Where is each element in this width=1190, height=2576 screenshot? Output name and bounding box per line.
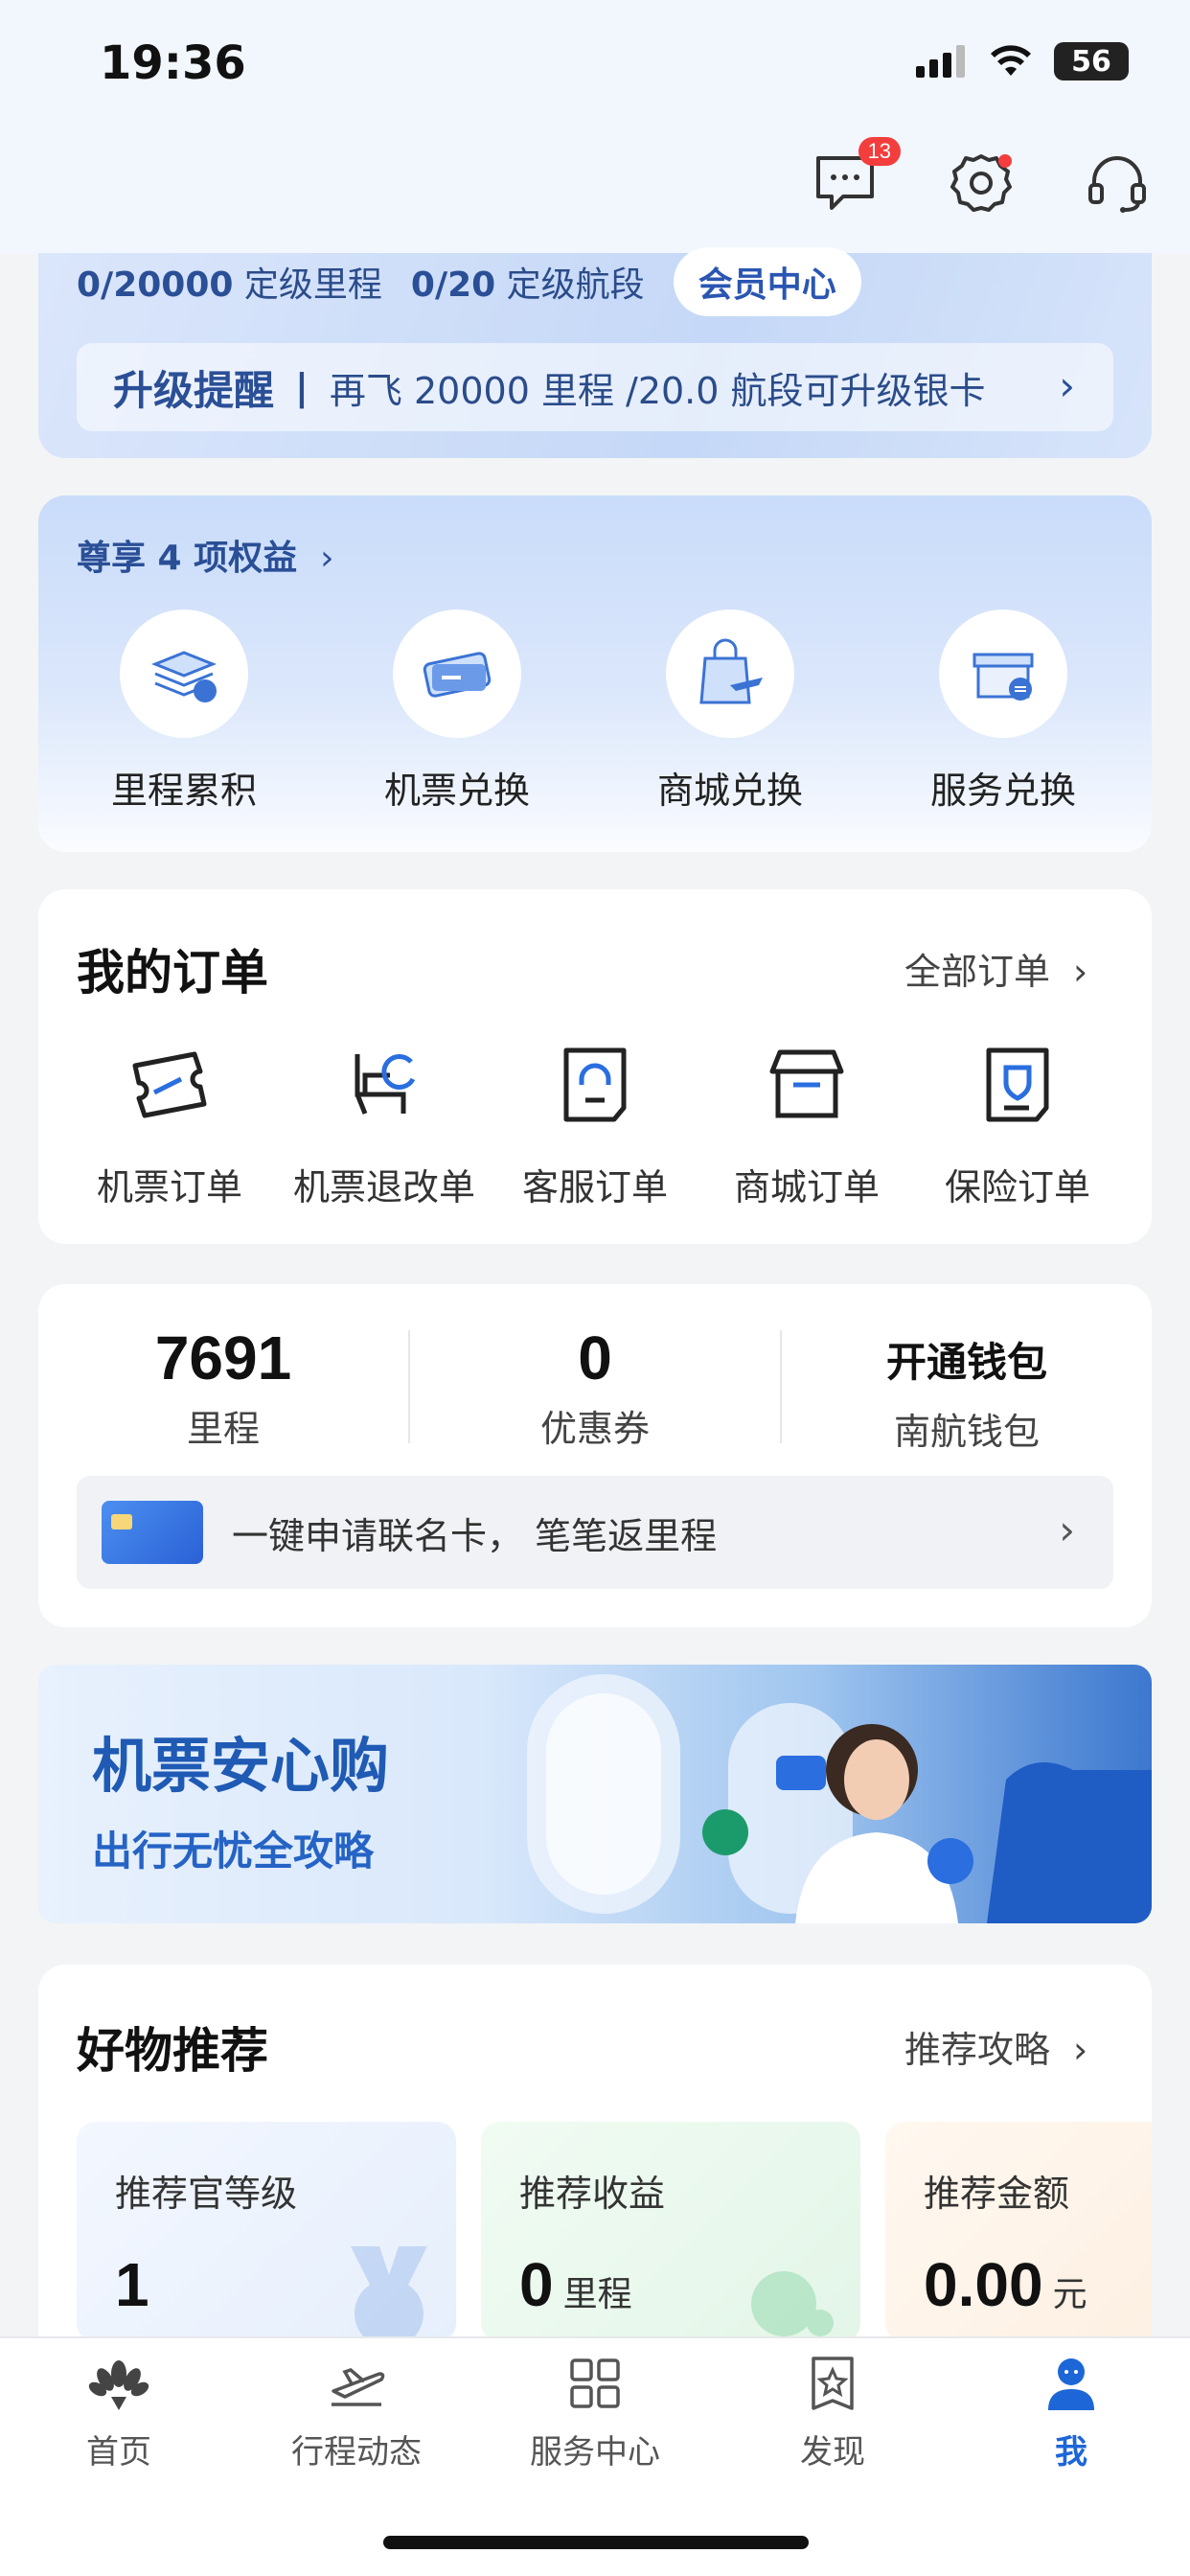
- plane-icon: [332, 2368, 385, 2406]
- qualifying-miles: 0/20000 定级里程: [77, 265, 382, 305]
- benefit-mall-exchange[interactable]: 商城兑换: [634, 610, 826, 814]
- cellular-signal-icon: [916, 45, 965, 78]
- recommend-guide-link[interactable]: 推荐攻略 ›: [904, 2020, 1087, 2073]
- home-flower-icon: [88, 2360, 149, 2410]
- all-orders-link[interactable]: 全部订单 ›: [904, 942, 1087, 995]
- chevron-right-icon: ›: [1073, 2029, 1088, 2071]
- headset-icon: [1088, 156, 1146, 213]
- tab-discover[interactable]: 发现: [737, 2353, 928, 2472]
- order-ticket[interactable]: 机票订单: [69, 1037, 270, 1210]
- message-button[interactable]: 13: [811, 137, 901, 218]
- recommend-title: 好物推荐: [77, 2023, 268, 2079]
- status-time: 19:36: [100, 36, 246, 90]
- recommender-level-card[interactable]: 推荐官等级 1: [77, 2122, 456, 2348]
- medal-icon: [351, 2246, 427, 2348]
- settings-button[interactable]: [947, 149, 1016, 218]
- upgrade-reminder[interactable]: 升级提醒 | 再飞 20000 里程 /20.0 航段可升级银卡 ›: [77, 343, 1113, 431]
- member-center-button[interactable]: 会员中心: [673, 247, 861, 316]
- credit-card-icon: [102, 1501, 203, 1564]
- order-mall[interactable]: 商城订单: [706, 1037, 907, 1210]
- tab-me[interactable]: 我: [975, 2353, 1167, 2472]
- tab-home[interactable]: 首页: [23, 2353, 215, 2472]
- order-customer-service[interactable]: 客服订单: [494, 1037, 696, 1210]
- banner-title: 机票安心购: [92, 1731, 390, 1801]
- recommend-amount-card[interactable]: 推荐金额 0.00 元: [885, 2122, 1152, 2342]
- cobrand-card-promo[interactable]: 一键申请联名卡， 笔笔返里程 ›: [77, 1476, 1113, 1589]
- order-insurance[interactable]: 保险订单: [917, 1037, 1118, 1210]
- star-bookmark-icon: [812, 2357, 854, 2410]
- store-icon: [769, 1049, 844, 1118]
- benefit-miles[interactable]: 里程累积: [88, 610, 280, 814]
- miles-stack-icon: [120, 610, 248, 738]
- grid-icon: [570, 2358, 620, 2408]
- chevron-right-icon: ›: [320, 539, 334, 578]
- qualifying-segments: 0/20 定级航段: [410, 265, 645, 305]
- orders-title: 我的订单: [77, 945, 268, 1000]
- ticket-icon: [132, 1051, 207, 1118]
- wallet-stats: 7691 里程 0 优惠券 开通钱包 南航钱包: [38, 1319, 1152, 1455]
- banner-subtitle: 出行无忧全攻略: [92, 1828, 375, 1874]
- ticket-exchange-icon: [393, 610, 521, 738]
- recommend-earnings-card[interactable]: 推荐收益 0 里程: [481, 2122, 860, 2342]
- benefit-ticket-exchange[interactable]: 机票兑换: [361, 610, 553, 814]
- headset-doc-icon: [563, 1047, 627, 1122]
- wallet-stat[interactable]: 开通钱包 南航钱包: [782, 1319, 1152, 1455]
- tab-service-center[interactable]: 服务中心: [499, 2353, 691, 2472]
- benefit-service-exchange[interactable]: 服务兑换: [907, 610, 1099, 814]
- order-ticket-change[interactable]: 机票退改单: [284, 1037, 485, 1210]
- shopping-bag-icon: [666, 610, 794, 738]
- home-indicator: [383, 2536, 809, 2549]
- miles-stat[interactable]: 7691 里程: [38, 1322, 408, 1452]
- status-icons: 56: [916, 42, 1129, 80]
- settings-dot: [998, 154, 1012, 168]
- chevron-right-icon: ›: [1073, 951, 1088, 993]
- tab-flight-status[interactable]: 行程动态: [261, 2353, 452, 2472]
- seat-refresh-icon: [355, 1053, 416, 1115]
- chevron-right-icon: ›: [1059, 1506, 1075, 1553]
- service-store-icon: [939, 610, 1067, 738]
- shield-doc-icon: [986, 1047, 1049, 1122]
- customer-service-button[interactable]: [1083, 149, 1152, 218]
- upgrade-text: 再飞 20000 里程 /20.0 航段可升级银卡: [329, 369, 986, 412]
- message-badge: 13: [858, 137, 901, 166]
- chevron-right-icon: ›: [1059, 362, 1075, 409]
- person-icon: [1048, 2358, 1094, 2410]
- benefits-title[interactable]: 尊享 4 项权益 ›: [77, 530, 334, 580]
- upgrade-title: 升级提醒: [113, 366, 275, 414]
- header-actions: 13: [811, 137, 1152, 218]
- coupons-stat[interactable]: 0 优惠券: [410, 1322, 780, 1452]
- member-stats: 0/20000 定级里程 0/20 定级航段 会员中心: [77, 247, 861, 316]
- battery-indicator: 56: [1054, 42, 1129, 80]
- divider: |: [295, 366, 309, 408]
- wifi-icon: [991, 45, 1031, 76]
